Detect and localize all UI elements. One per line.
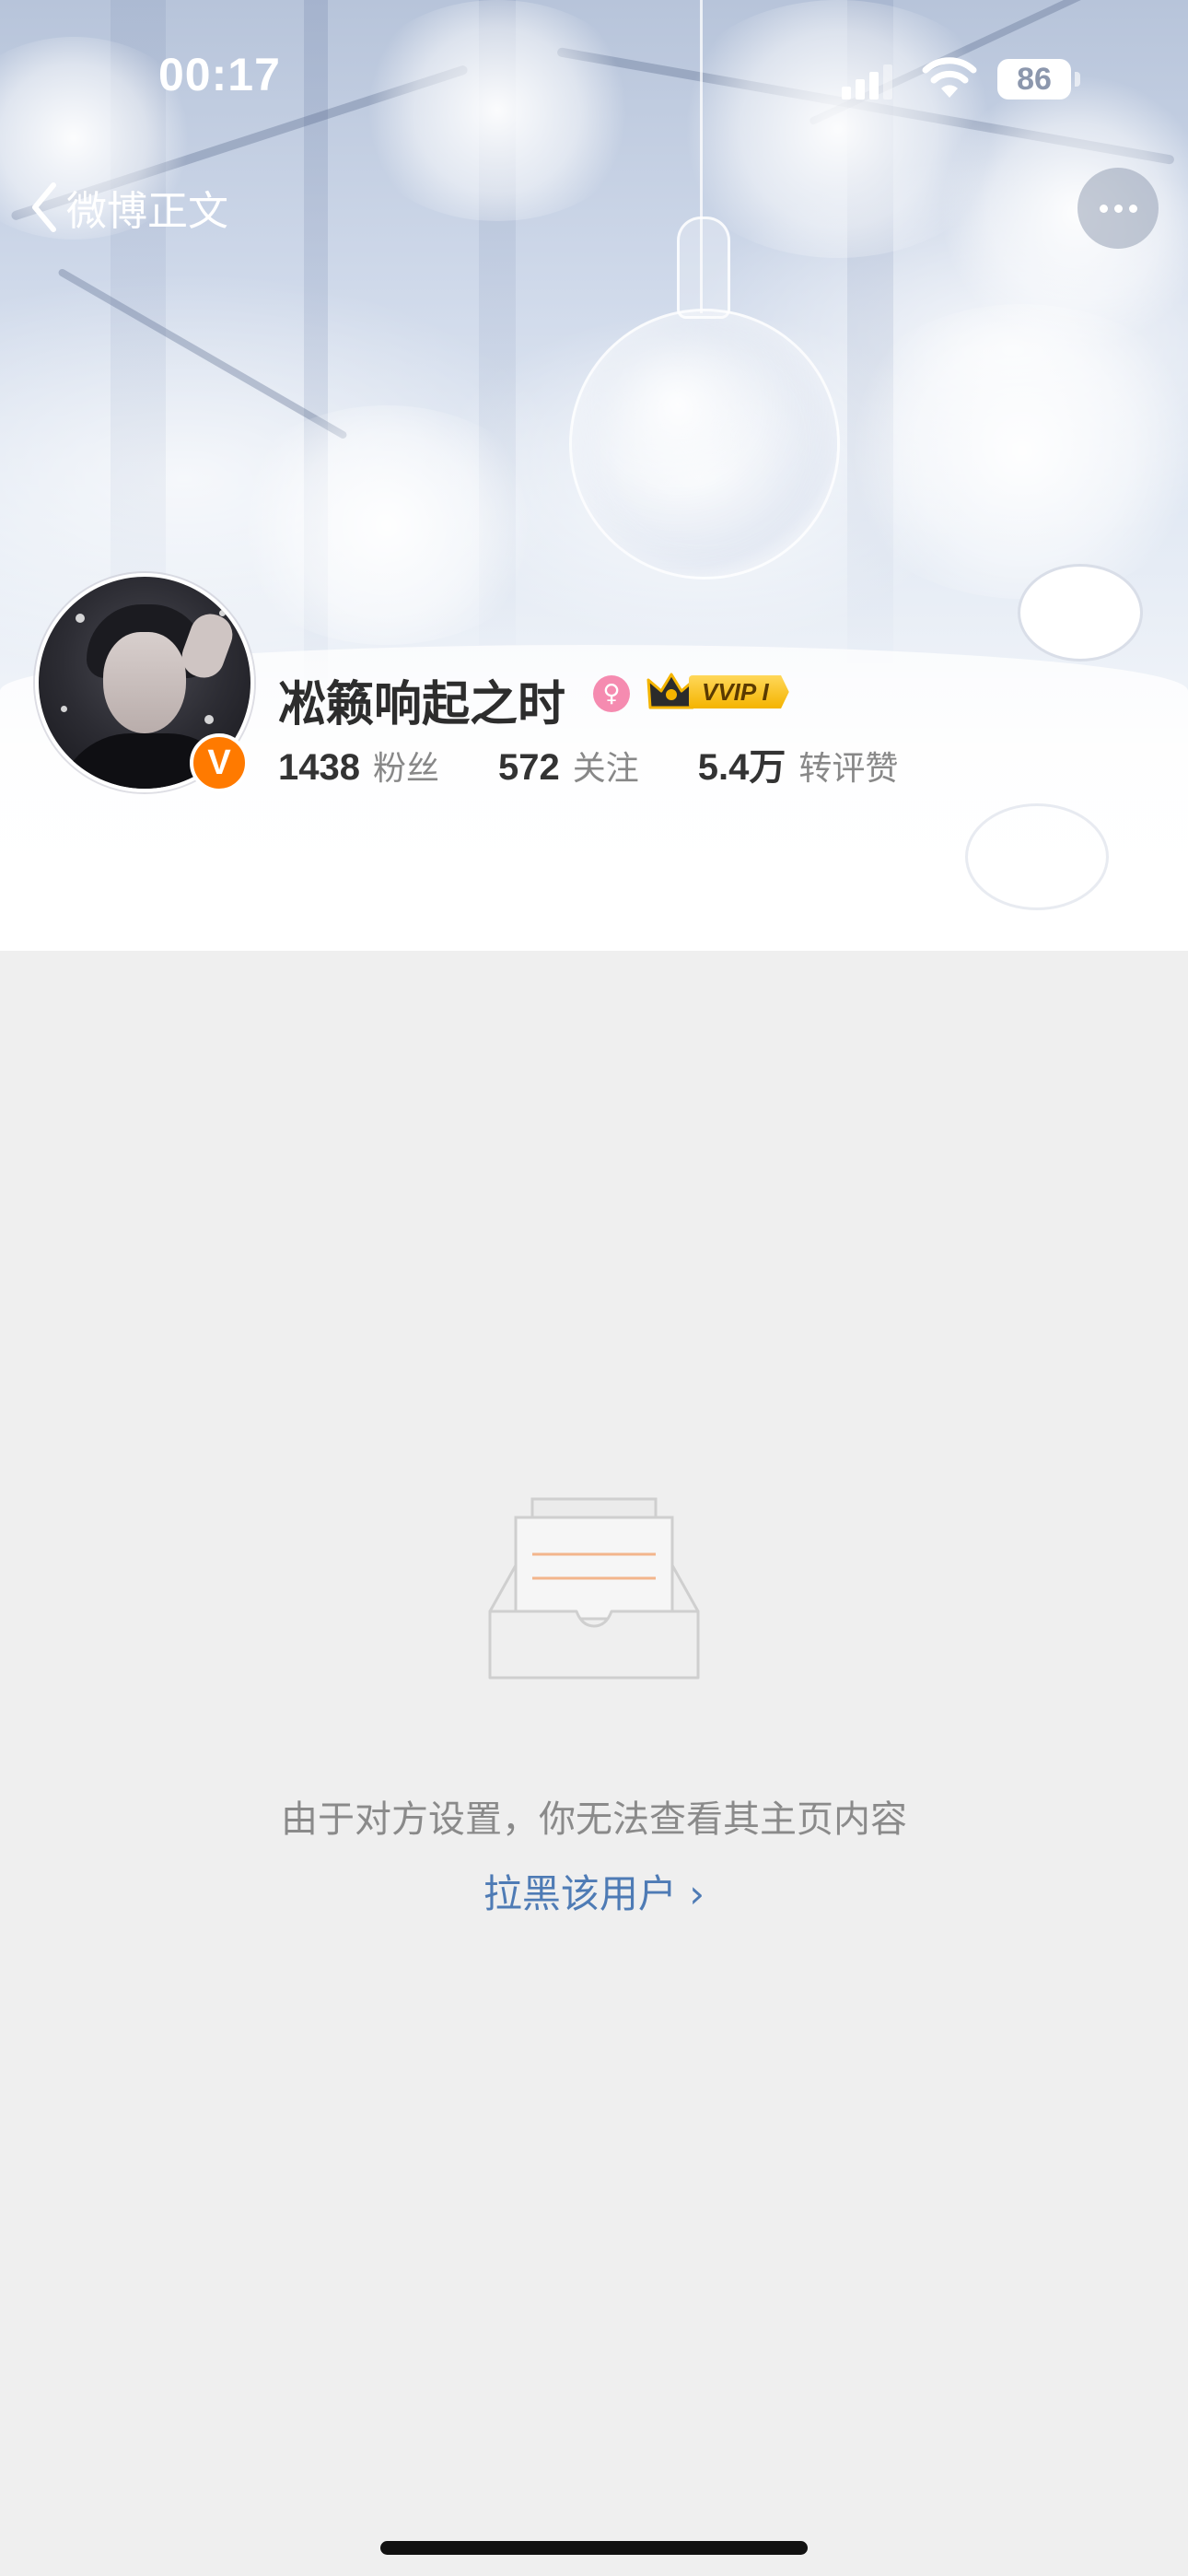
followers-stat[interactable]: 1438 粉丝	[278, 742, 439, 790]
back-button[interactable]: 微博正文	[28, 175, 228, 240]
following-stat[interactable]: 572 关注	[498, 742, 639, 790]
vip-badge[interactable]: VVIP I	[646, 671, 789, 713]
wifi-icon	[922, 57, 977, 98]
profile-stats: 1438 粉丝 572 关注 5.4万 转评赞	[278, 737, 898, 790]
engagement-stat: 5.4万 转评赞	[698, 737, 899, 790]
profile-cover-image	[0, 0, 1188, 951]
crown-icon	[646, 673, 696, 709]
battery-level: 86	[997, 59, 1071, 100]
engagement-count: 5.4万	[697, 747, 786, 788]
back-label: 微博正文	[66, 188, 228, 235]
following-label: 关注	[572, 750, 639, 788]
chevron-left-icon	[32, 182, 56, 232]
following-count: 572	[498, 747, 560, 788]
followers-count: 1438	[278, 747, 360, 788]
ellipsis-icon	[1099, 204, 1108, 213]
followers-label: 粉丝	[372, 750, 439, 788]
status-time: 00:17	[158, 49, 281, 100]
female-gender-icon: ♀	[593, 675, 630, 712]
block-user-link[interactable]: 拉黑该用户 ›	[0, 1863, 1188, 1919]
empty-inbox-icon	[488, 1497, 700, 1680]
cellular-signal-icon	[842, 64, 893, 100]
username: 凇籁响起之时	[278, 677, 566, 732]
more-options-button[interactable]	[1077, 168, 1159, 249]
vip-label: VVIP I	[689, 675, 789, 708]
verified-badge: V	[190, 733, 249, 792]
home-indicator[interactable]	[380, 2541, 808, 2555]
battery-tip	[1075, 72, 1080, 87]
restricted-profile-message: 由于对方设置，你无法查看其主页内容	[281, 1798, 907, 1841]
engagement-label: 转评赞	[798, 750, 899, 788]
